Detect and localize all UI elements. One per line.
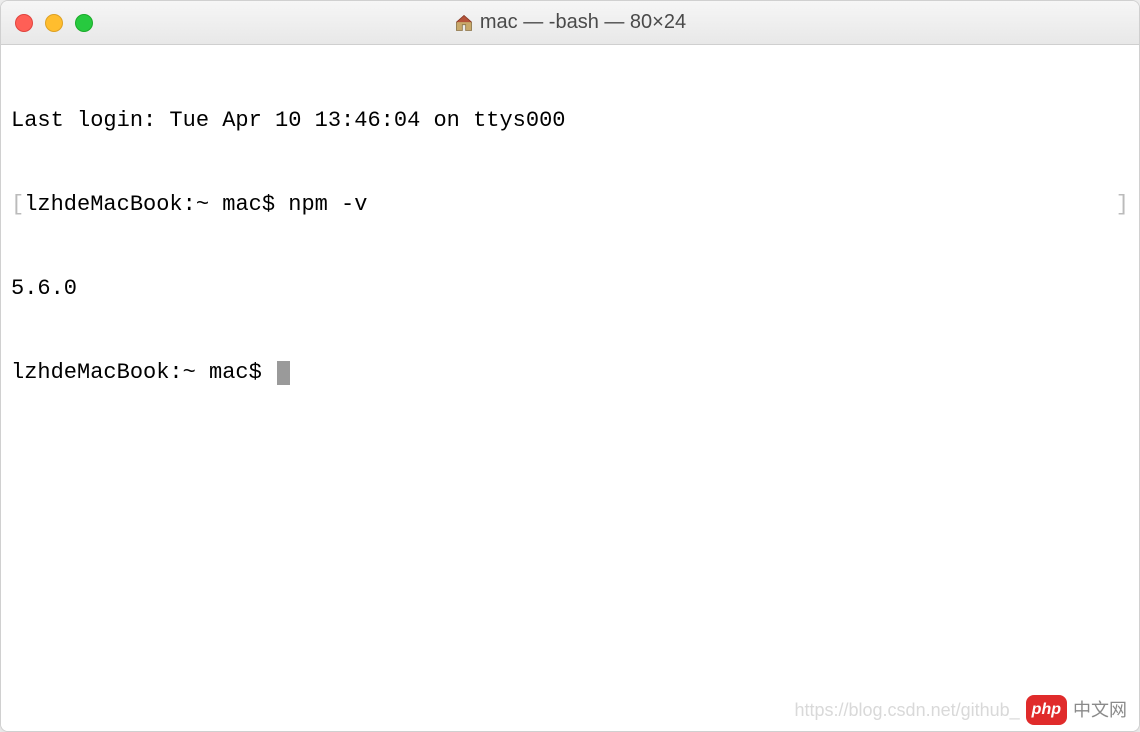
traffic-lights [15, 14, 93, 32]
watermark-badge: php [1026, 695, 1067, 725]
cursor [277, 361, 290, 385]
window-title: mac — -bash — 80×24 [480, 11, 686, 34]
titlebar[interactable]: mac — -bash — 80×24 [1, 1, 1139, 45]
home-icon [454, 13, 474, 33]
maximize-button[interactable] [75, 14, 93, 32]
command-text: npm -v [288, 192, 367, 217]
prompt: lzhdeMacBook:~ mac$ [24, 192, 288, 217]
terminal-line-output: 5.6.0 [11, 275, 1129, 303]
watermark-cn: 中文网 [1073, 696, 1127, 724]
close-button[interactable] [15, 14, 33, 32]
prompt: lzhdeMacBook:~ mac$ [11, 360, 275, 385]
terminal-body[interactable]: Last login: Tue Apr 10 13:46:04 on ttys0… [1, 45, 1139, 731]
terminal-line-command: [lzhdeMacBook:~ mac$ npm -v] [11, 191, 1129, 219]
window-title-container: mac — -bash — 80×24 [1, 11, 1139, 34]
minimize-button[interactable] [45, 14, 63, 32]
terminal-line-last-login: Last login: Tue Apr 10 13:46:04 on ttys0… [11, 107, 1129, 135]
watermark: https://blog.csdn.net/github_ php 中文网 [795, 695, 1128, 725]
terminal-line-current: lzhdeMacBook:~ mac$ [11, 359, 1129, 387]
watermark-url: https://blog.csdn.net/github_ [795, 696, 1020, 724]
bracket-close: ] [1116, 191, 1129, 219]
terminal-window: mac — -bash — 80×24 Last login: Tue Apr … [0, 0, 1140, 732]
bracket-open: [ [11, 192, 24, 217]
